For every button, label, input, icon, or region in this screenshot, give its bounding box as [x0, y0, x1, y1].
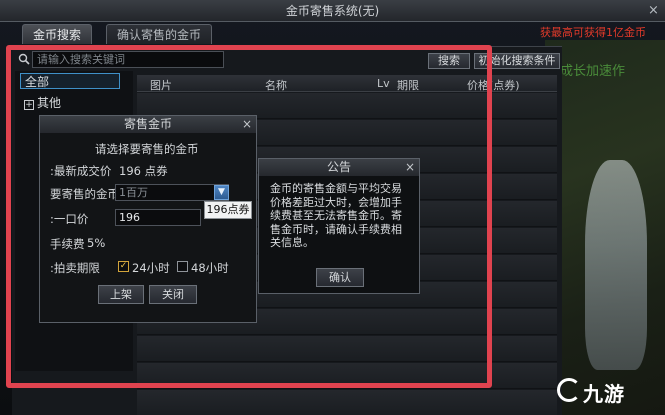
character-figure: [585, 160, 647, 370]
right-side-text: 成长加速作: [560, 64, 626, 79]
tab-gold-search[interactable]: 金币搜索: [22, 24, 93, 44]
warning-text: 获最高可获得1亿金币: [540, 26, 646, 39]
tab-confirm-consigned-gold[interactable]: 确认寄售的金币: [106, 24, 213, 44]
window-close-icon[interactable]: ×: [646, 3, 661, 18]
watermark-text: 九游: [583, 382, 625, 406]
watermark-logo-icon: [557, 378, 581, 402]
table-row[interactable]: [137, 390, 557, 415]
highlight-frame: [6, 45, 492, 388]
window-title: 金币寄售系统(无): [0, 0, 665, 22]
